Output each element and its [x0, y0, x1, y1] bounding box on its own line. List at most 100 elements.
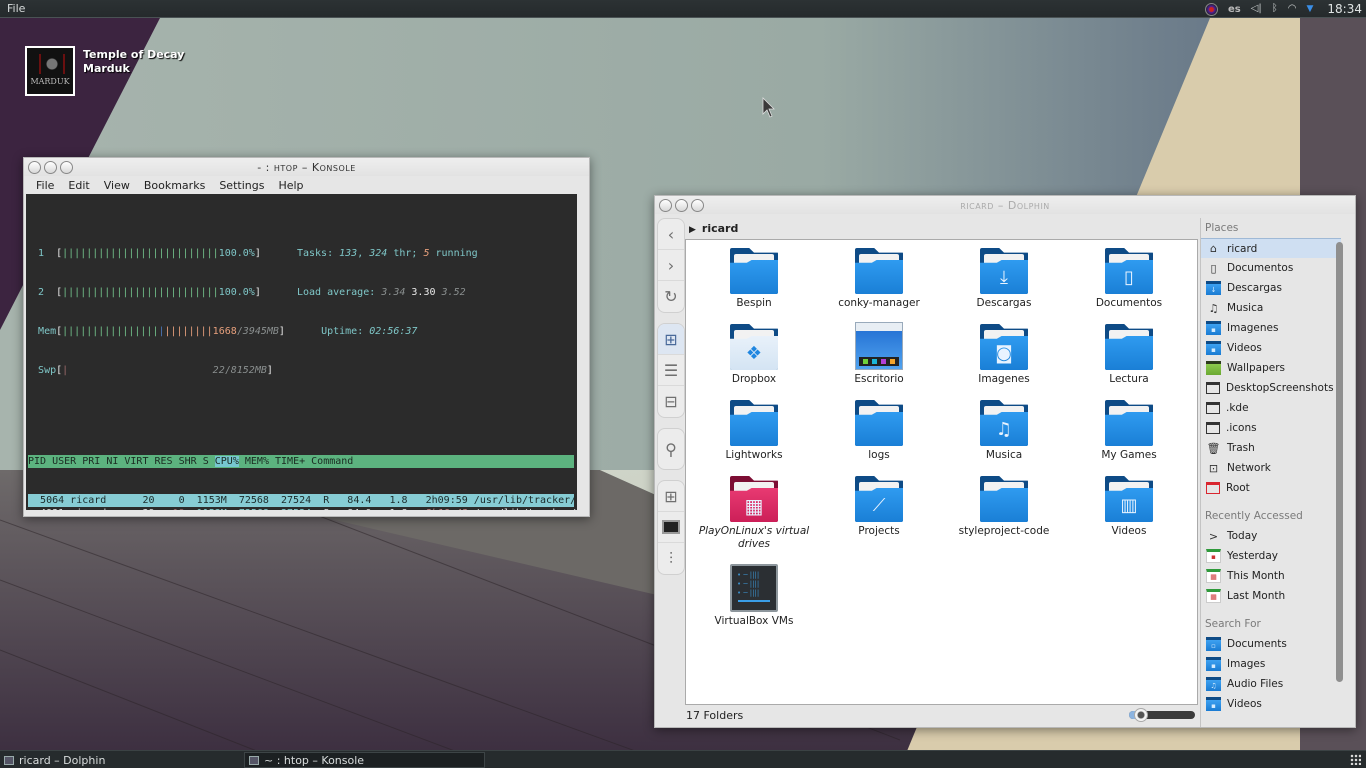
column-header[interactable]: SHR	[179, 456, 197, 467]
task-konsole[interactable]: ~ : htop – Konsole	[244, 752, 485, 768]
webcam-icon[interactable]	[1204, 2, 1218, 16]
places-item-yesterday[interactable]: ▪ Yesterday	[1201, 546, 1341, 566]
menu-edit[interactable]: Edit	[62, 179, 97, 192]
file-item[interactable]: ▯ Documentos	[1067, 246, 1191, 310]
bluetooth-icon[interactable]: ᛒ	[1272, 0, 1278, 18]
column-header[interactable]: PRI	[82, 456, 100, 467]
places-item-videos[interactable]: ▪ Videos	[1201, 694, 1341, 714]
cpu1-meter: 1 [||||||||||||||||||||||||||100.0%] Tas…	[38, 248, 478, 259]
places-item-imagenes[interactable]: ▪ Imagenes	[1201, 318, 1341, 338]
places-item-wallpapers[interactable]: Wallpapers	[1201, 358, 1341, 378]
sliders-icon: ⫶	[668, 548, 673, 568]
column-header[interactable]: PID	[28, 456, 46, 467]
process-row[interactable]: 4931 ricard 39 19 1153M 72568 27524 S 84…	[28, 507, 577, 510]
file-item[interactable]: styleproject-code	[942, 474, 1066, 538]
menu-view[interactable]: View	[98, 179, 138, 192]
menu-settings[interactable]: Settings	[213, 179, 272, 192]
places-item-musica[interactable]: ♫ Musica	[1201, 298, 1341, 318]
places-item-ricard[interactable]: ⌂ ricard	[1201, 238, 1341, 258]
file-item[interactable]: My Games	[1067, 398, 1191, 462]
global-menu-file[interactable]: File	[7, 2, 25, 15]
forward-button[interactable]: ›	[658, 250, 684, 281]
places-item-documentos[interactable]: ▯ Documentos	[1201, 258, 1341, 278]
back-button[interactable]: ‹	[658, 219, 684, 250]
terminal-output[interactable]: 1 [||||||||||||||||||||||||||100.0%] Tas…	[26, 194, 577, 510]
wifi-icon[interactable]: ◠	[1288, 0, 1297, 18]
places-item-label: This Month	[1227, 570, 1285, 582]
keyboard-layout-indicator[interactable]: es	[1228, 4, 1241, 15]
breadcrumb-segment[interactable]: ricard	[702, 222, 738, 235]
reload-button[interactable]: ↻	[658, 281, 684, 312]
folder-documents-icon: ▯	[1105, 246, 1153, 294]
places-scrollbar[interactable]	[1336, 242, 1343, 682]
file-item[interactable]: Lightworks	[692, 398, 816, 462]
places-section-title: Places	[1205, 222, 1239, 234]
file-item[interactable]: Lectura	[1067, 322, 1191, 386]
search-button[interactable]: ⚲	[658, 429, 684, 469]
file-item[interactable]: ⤓ Descargas	[942, 246, 1066, 310]
zoom-slider[interactable]	[1129, 708, 1195, 722]
places-item-icons[interactable]: .icons	[1201, 418, 1341, 438]
file-item[interactable]: logs	[817, 398, 941, 462]
file-item[interactable]: VirtualBox VMs	[692, 564, 816, 628]
column-header[interactable]: CPU%	[214, 456, 239, 467]
triangle-down-icon[interactable]: ▼	[1306, 4, 1313, 14]
column-header[interactable]: Command	[311, 456, 353, 467]
file-item[interactable]: ❖ Dropbox	[692, 322, 816, 386]
file-item[interactable]: Bespin	[692, 246, 816, 310]
file-item[interactable]: Escritorio	[817, 322, 941, 386]
column-header[interactable]: USER	[52, 456, 76, 467]
column-header[interactable]: MEM%	[245, 456, 269, 467]
column-header[interactable]: VIRT	[124, 456, 148, 467]
places-item-kde[interactable]: .kde	[1201, 398, 1341, 418]
file-item[interactable]: ◙ Imagenes	[942, 322, 1066, 386]
file-item[interactable]: ▥ Videos	[1067, 474, 1191, 538]
file-item[interactable]: ♫ Musica	[942, 398, 1066, 462]
places-item-desktopscreenshots[interactable]: DesktopScreenshots	[1201, 378, 1341, 398]
places-item-this-month[interactable]: ▦ This Month	[1201, 566, 1341, 586]
places-item-network[interactable]: ⊡ Network	[1201, 458, 1341, 478]
places-item-today[interactable]: > Today	[1201, 526, 1341, 546]
split-view-button[interactable]: ⊞	[658, 481, 684, 512]
volume-icon[interactable]: ◁|	[1251, 0, 1262, 18]
places-item-audio-files[interactable]: ♫ Audio Files	[1201, 674, 1341, 694]
icons-view-button[interactable]: ⊞	[658, 324, 684, 355]
settings-button[interactable]: ⫶	[658, 543, 684, 574]
folder-outline-icon	[1206, 402, 1220, 414]
places-item-trash[interactable]: 🗑 Trash	[1201, 438, 1341, 458]
cell-shr: 27524	[281, 495, 312, 506]
column-header[interactable]: RES	[155, 456, 173, 467]
column-header[interactable]: NI	[106, 456, 118, 467]
places-item-last-month[interactable]: ▦ Last Month	[1201, 586, 1341, 606]
cell-mem: 1.8	[389, 508, 407, 510]
places-item-root[interactable]: Root	[1201, 478, 1341, 498]
places-item-videos[interactable]: ▪ Videos	[1201, 338, 1341, 358]
menu-bookmarks[interactable]: Bookmarks	[138, 179, 213, 192]
tree-view-button[interactable]: ⊟	[658, 386, 684, 417]
file-item[interactable]: ⟋ Projects	[817, 474, 941, 538]
calendar-month-icon: ▦	[1206, 569, 1221, 583]
file-item[interactable]: conky-manager	[817, 246, 941, 310]
menu-help[interactable]: Help	[272, 179, 311, 192]
terminal-button[interactable]	[658, 512, 684, 543]
now-playing-widget: MARDUK Temple of Decay Marduk	[25, 46, 184, 96]
places-item-images[interactable]: ▪ Images	[1201, 654, 1341, 674]
terminal-scrollbar[interactable]	[577, 194, 586, 510]
column-header[interactable]: TIME+	[275, 456, 305, 467]
app-grid-icon[interactable]	[1350, 754, 1361, 765]
column-header[interactable]: S	[203, 456, 209, 467]
breadcrumb[interactable]: ▶ ricard	[689, 222, 738, 235]
places-item-descargas[interactable]: ↓ Descargas	[1201, 278, 1341, 298]
clock[interactable]: 18:34	[1327, 2, 1362, 16]
cell-mem: 1.8	[389, 495, 408, 506]
places-item-documents[interactable]: ▫ Documents	[1201, 634, 1341, 654]
dolphin-titlebar[interactable]: ricard – Dolphin	[655, 196, 1355, 214]
details-view-button[interactable]: ☰	[658, 355, 684, 386]
file-item[interactable]: ▦ PlayOnLinux's virtual drives	[692, 474, 816, 551]
process-row[interactable]: 5064 ricard 20 0 1153M 72568 27524 R 84.…	[28, 494, 577, 507]
file-view[interactable]: Bespin conky-manager ⤓ Descargas ▯ Documentos…	[685, 239, 1198, 705]
menu-file[interactable]: File	[30, 179, 62, 192]
task-dolphin[interactable]: ricard – Dolphin	[0, 752, 240, 768]
zoom-slider-handle[interactable]	[1134, 708, 1149, 722]
konsole-titlebar[interactable]: - : htop – Konsole	[24, 158, 589, 176]
